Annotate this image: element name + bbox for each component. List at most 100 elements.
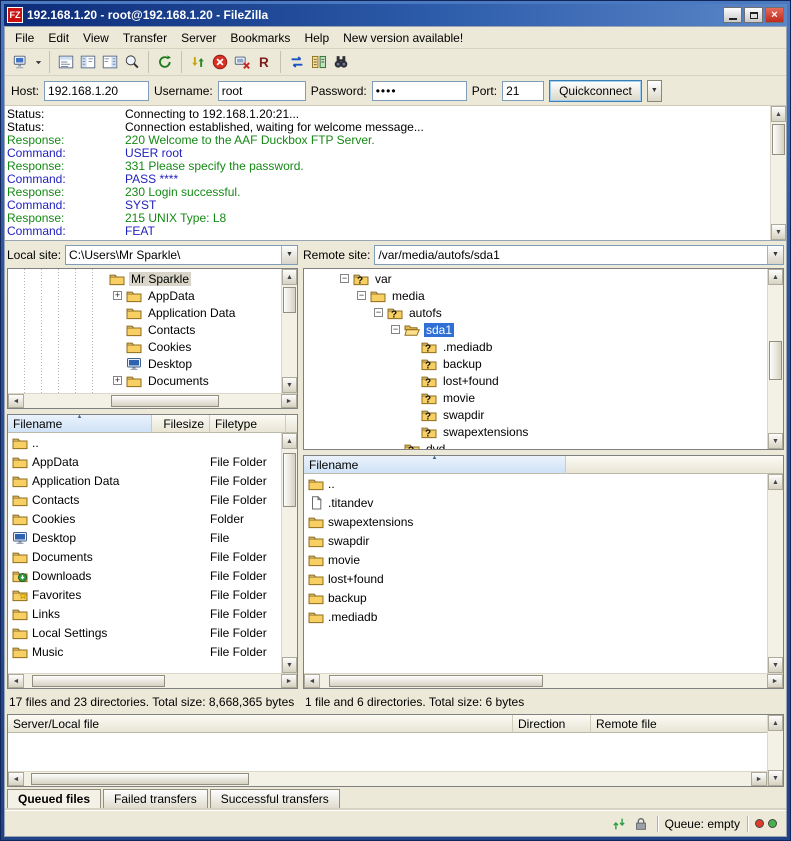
file-row-local-settings[interactable]: Local SettingsFile Folder <box>8 623 281 642</box>
menu-item-help[interactable]: Help <box>297 28 336 48</box>
tree-item-cookies[interactable]: Cookies <box>8 338 281 355</box>
tree-item-swapextensions[interactable]: ?swapextensions <box>304 423 767 440</box>
file-row-favorites[interactable]: FavoritesFile Folder <box>8 585 281 604</box>
port-input[interactable] <box>502 81 544 101</box>
scroll-up-arrow[interactable]: ▲ <box>282 269 297 285</box>
tree-item-dvd[interactable]: ?dvd <box>304 440 767 449</box>
tree-item-backup[interactable]: ?backup <box>304 355 767 372</box>
local-directory-tree[interactable]: Mr Sparkle+AppDataApplication DataContac… <box>8 269 281 393</box>
collapse-box-icon[interactable]: − <box>357 291 366 300</box>
file-row-up-dir[interactable]: .. <box>8 433 281 452</box>
directory-comparison-icon[interactable] <box>308 51 330 73</box>
scroll-down-arrow[interactable]: ▼ <box>771 224 786 240</box>
column-header-filename[interactable]: Filename <box>8 415 152 433</box>
scroll-track[interactable] <box>282 285 297 377</box>
tree-item-contacts[interactable]: Contacts <box>8 321 281 338</box>
scroll-up-arrow[interactable]: ▲ <box>282 433 297 449</box>
scroll-down-arrow[interactable]: ▼ <box>768 770 783 786</box>
column-header-server-local-file[interactable]: Server/Local file <box>8 715 513 733</box>
scroll-up-arrow[interactable]: ▲ <box>768 715 783 731</box>
scroll-up-arrow[interactable]: ▲ <box>768 269 783 285</box>
scroll-left-arrow[interactable]: ◄ <box>8 394 24 408</box>
reconnect-icon[interactable]: R <box>253 51 275 73</box>
scroll-track[interactable] <box>768 490 783 657</box>
tree-item-documents[interactable]: +Documents <box>8 372 281 389</box>
menu-item-file[interactable]: File <box>8 28 41 48</box>
scroll-up-arrow[interactable]: ▲ <box>768 474 783 490</box>
maximize-button[interactable] <box>744 7 763 23</box>
username-input[interactable] <box>218 81 306 101</box>
column-header-filetype[interactable]: Filetype <box>210 415 286 433</box>
tree-item-var[interactable]: −?var <box>304 270 767 287</box>
close-button[interactable]: × <box>765 7 784 23</box>
file-row-contacts[interactable]: ContactsFile Folder <box>8 490 281 509</box>
scroll-track[interactable] <box>24 394 281 408</box>
scroll-track[interactable] <box>24 772 751 786</box>
tree-item-appdata[interactable]: +AppData <box>8 287 281 304</box>
tab-queued-files[interactable]: Queued files <box>7 789 101 810</box>
tree-item-mr-sparkle[interactable]: Mr Sparkle <box>8 270 281 287</box>
titlebar[interactable]: FZ 192.168.1.20 - root@192.168.1.20 - Fi… <box>4 4 787 26</box>
menu-item-new-version-available[interactable]: New version available! <box>336 28 470 48</box>
tree-item-sda1[interactable]: −sda1 <box>304 321 767 338</box>
scroll-down-arrow[interactable]: ▼ <box>768 657 783 673</box>
scroll-up-arrow[interactable]: ▲ <box>771 106 786 122</box>
remote-directory-tree[interactable]: −?var−media−?autofs−sda1?.mediadb?backup… <box>304 269 767 449</box>
host-input[interactable] <box>44 81 149 101</box>
speed-limits-icon[interactable] <box>610 815 628 833</box>
scroll-track[interactable] <box>24 674 281 688</box>
file-row-swapextensions[interactable]: swapextensions <box>304 512 767 531</box>
toggle-remote-tree-icon[interactable] <box>99 51 121 73</box>
tree-item-application-data[interactable]: Application Data <box>8 304 281 321</box>
tree-item-lost-found[interactable]: ?lost+found <box>304 372 767 389</box>
local-path-dropdown-icon[interactable]: ▼ <box>281 246 297 264</box>
local-list-vertical-scrollbar[interactable]: ▲ ▼ <box>281 433 297 673</box>
scroll-track[interactable] <box>320 674 767 688</box>
column-header-remote-file[interactable]: Remote file <box>591 715 767 733</box>
collapse-box-icon[interactable]: − <box>340 274 349 283</box>
scroll-down-arrow[interactable]: ▼ <box>282 377 297 393</box>
log-vertical-scrollbar[interactable]: ▲ ▼ <box>770 106 786 240</box>
column-header-filesize[interactable]: Filesize <box>152 415 210 433</box>
menu-item-transfer[interactable]: Transfer <box>116 28 174 48</box>
column-header-filename[interactable]: Filename <box>304 456 566 474</box>
queue-body[interactable] <box>8 733 767 771</box>
local-file-list[interactable]: ..AppDataFile FolderApplication DataFile… <box>8 433 281 673</box>
scroll-track[interactable] <box>768 285 783 433</box>
message-log-lines[interactable]: Status:Connecting to 192.168.1.20:21...S… <box>5 106 770 240</box>
quickconnect-button[interactable]: Quickconnect <box>549 80 642 102</box>
file-row-appdata[interactable]: AppDataFile Folder <box>8 452 281 471</box>
cancel-icon[interactable] <box>209 51 231 73</box>
tree-item-media[interactable]: −media <box>304 287 767 304</box>
scroll-track[interactable] <box>771 122 786 224</box>
toggle-local-tree-icon[interactable] <box>77 51 99 73</box>
site-manager-icon[interactable] <box>10 51 32 73</box>
local-list-horizontal-scrollbar[interactable]: ◄ ► <box>8 673 297 688</box>
refresh-icon[interactable] <box>154 51 176 73</box>
scroll-track[interactable] <box>282 449 297 657</box>
tab-successful-transfers[interactable]: Successful transfers <box>210 789 340 810</box>
tree-item-swapdir[interactable]: ?swapdir <box>304 406 767 423</box>
find-files-icon[interactable] <box>330 51 352 73</box>
tree-item-mediadb[interactable]: ?.mediadb <box>304 338 767 355</box>
scroll-thumb[interactable] <box>111 395 219 407</box>
expand-box-icon[interactable]: + <box>113 291 122 300</box>
file-row-up-dir[interactable]: .. <box>304 474 767 493</box>
local-tree-vertical-scrollbar[interactable]: ▲ ▼ <box>281 269 297 393</box>
tree-item-desktop[interactable]: Desktop <box>8 355 281 372</box>
local-site-combo[interactable]: C:\Users\Mr Sparkle\ ▼ <box>65 245 298 265</box>
scroll-right-arrow[interactable]: ► <box>281 674 297 688</box>
file-row-links[interactable]: LinksFile Folder <box>8 604 281 623</box>
tab-failed-transfers[interactable]: Failed transfers <box>103 789 208 810</box>
remote-path[interactable]: /var/media/autofs/sda1 <box>375 246 767 264</box>
file-row-mediadb[interactable]: .mediadb <box>304 607 767 626</box>
file-row-music[interactable]: MusicFile Folder <box>8 642 281 661</box>
toggle-log-icon[interactable] <box>55 51 77 73</box>
file-row-application-data[interactable]: Application DataFile Folder <box>8 471 281 490</box>
remote-path-dropdown-icon[interactable]: ▼ <box>767 246 783 264</box>
scroll-thumb[interactable] <box>283 287 296 313</box>
remote-list-horizontal-scrollbar[interactable]: ◄ ► <box>304 673 783 688</box>
quickconnect-dropdown-button[interactable]: ▼ <box>647 80 662 102</box>
collapse-box-icon[interactable]: − <box>374 308 383 317</box>
minimize-button[interactable] <box>723 7 742 23</box>
